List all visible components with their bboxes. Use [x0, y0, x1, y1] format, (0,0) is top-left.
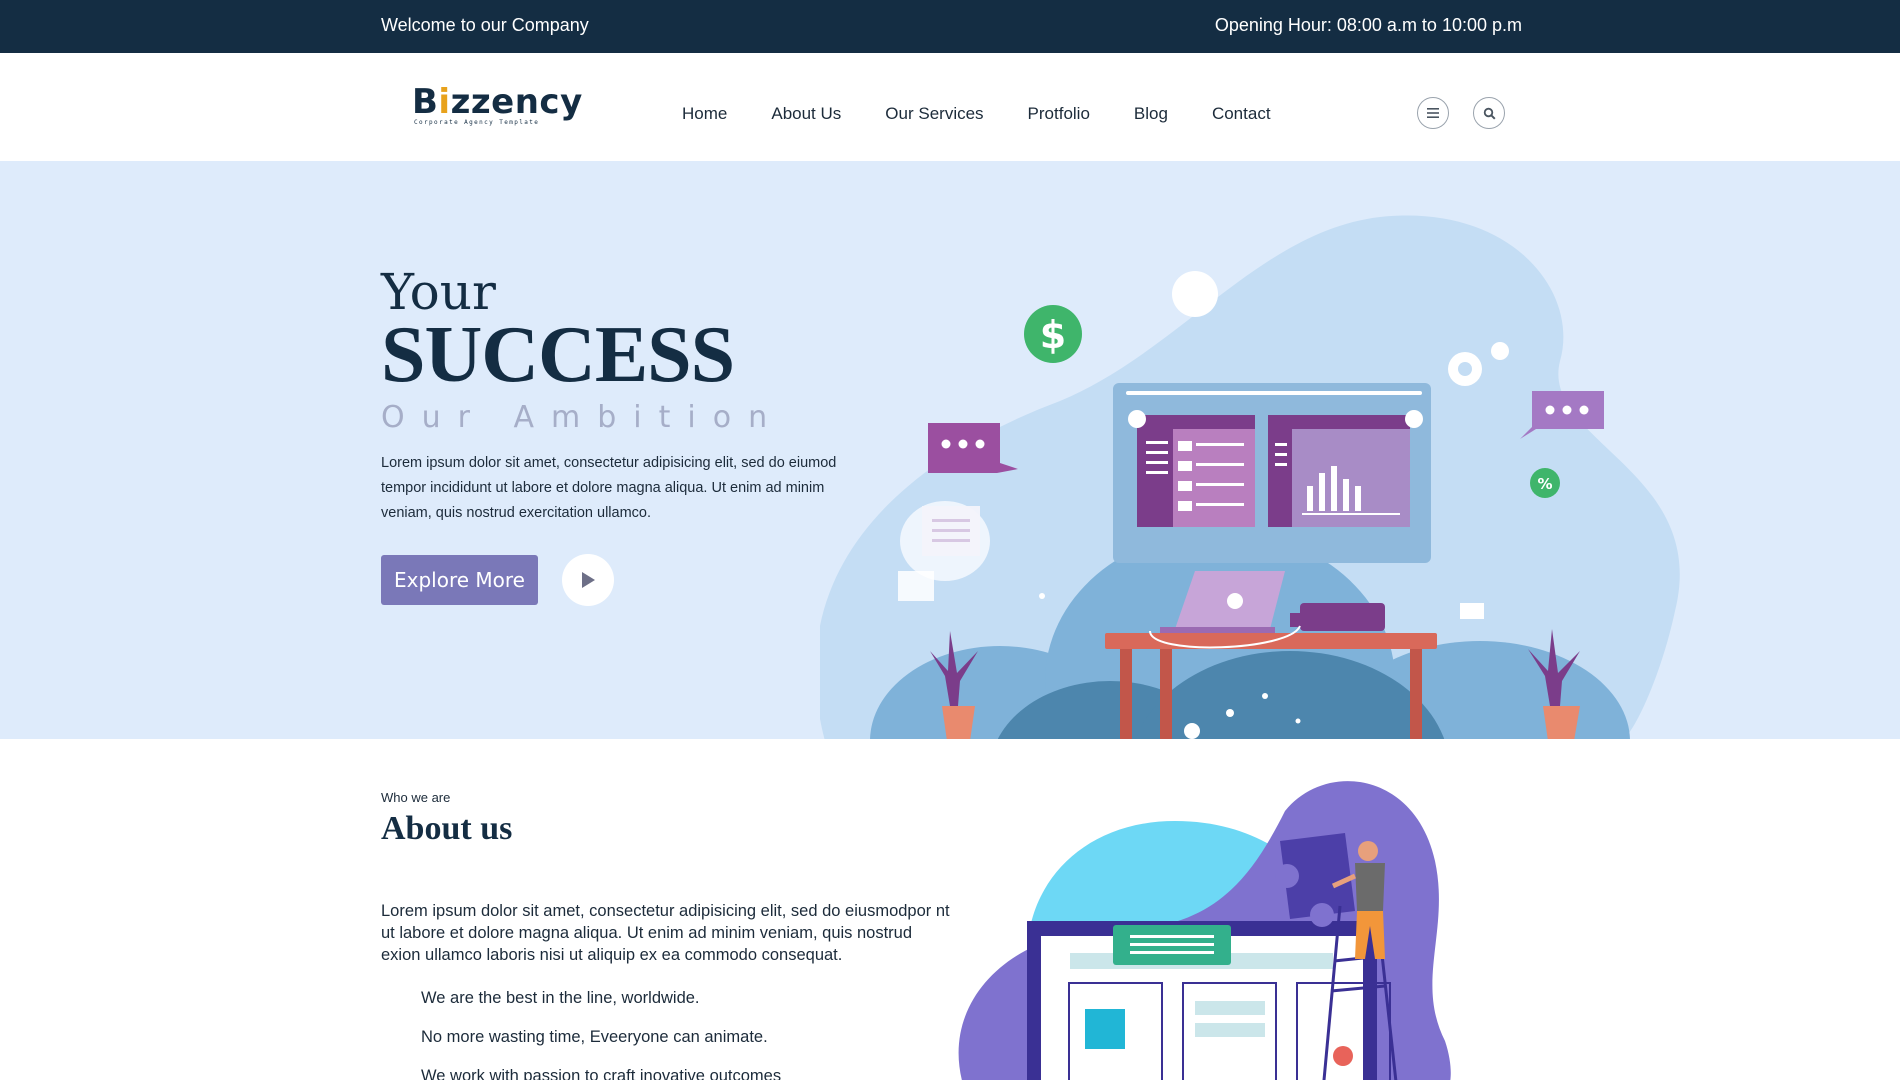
hero-actions: Explore More: [381, 554, 861, 606]
play-icon: [582, 572, 595, 588]
logo[interactable]: Bizzency Corporate Agency Template: [412, 82, 587, 126]
nav-our-services[interactable]: Our Services: [885, 104, 983, 124]
search-button[interactable]: [1473, 97, 1505, 129]
opening-hours: Opening Hour: 08:00 a.m to 10:00 p.m: [1214, 15, 1522, 35]
hero-subheading: Our Ambition: [381, 400, 785, 435]
menu-icon: [1427, 108, 1439, 118]
explore-more-button[interactable]: Explore More: [381, 555, 538, 605]
dollar-sign: $: [1040, 313, 1066, 357]
top-bar: Welcome to our Company Opening Hour: 08:…: [0, 0, 1900, 53]
list-item: No more wasting time, Eveeryone can anim…: [421, 1028, 768, 1046]
nav-home[interactable]: Home: [682, 104, 727, 124]
nav-about-us[interactable]: About Us: [771, 104, 841, 124]
nav-portfolio[interactable]: Protfolio: [1028, 104, 1090, 124]
about-paragraph: Lorem ipsum dolor sit amet, consectetur …: [381, 902, 950, 964]
site-header: Bizzency Corporate Agency Template Home …: [0, 53, 1900, 161]
about-illustration: [958, 781, 1451, 1080]
welcome-text: Welcome to our Company: [381, 15, 589, 35]
percent-sign: %: [1537, 475, 1552, 493]
hero-content: Your SUCCESS Our Ambition Lorem ipsum do…: [381, 266, 861, 606]
list-item: We work with passion to craft inovative …: [421, 1067, 782, 1080]
logo-wordmark: Bizzency: [412, 82, 583, 122]
about-eyebrow: Who we are: [381, 790, 451, 805]
nav-contact[interactable]: Contact: [1212, 104, 1271, 124]
list-item: We are the best in the line, worldwide.: [421, 989, 700, 1007]
search-icon: [1483, 107, 1496, 120]
hero-illustration: $ %: [820, 215, 1680, 739]
nav-blog[interactable]: Blog: [1134, 104, 1168, 124]
about-section: Who we are About us Lorem ipsum dolor si…: [0, 739, 1900, 1080]
about-feature-list: We are the best in the line, worldwide. …: [421, 989, 781, 1080]
hero-description: Lorem ipsum dolor sit amet, consectetur …: [381, 455, 837, 521]
menu-button[interactable]: [1417, 97, 1449, 129]
main-nav: Home About Us Our Services Protfolio Blo…: [682, 104, 1315, 124]
hero-heading-success: SUCCESS: [381, 311, 735, 399]
about-title: About us: [381, 810, 513, 847]
hero-section: Your SUCCESS Our Ambition Lorem ipsum do…: [0, 161, 1900, 739]
play-video-button[interactable]: [562, 554, 614, 606]
